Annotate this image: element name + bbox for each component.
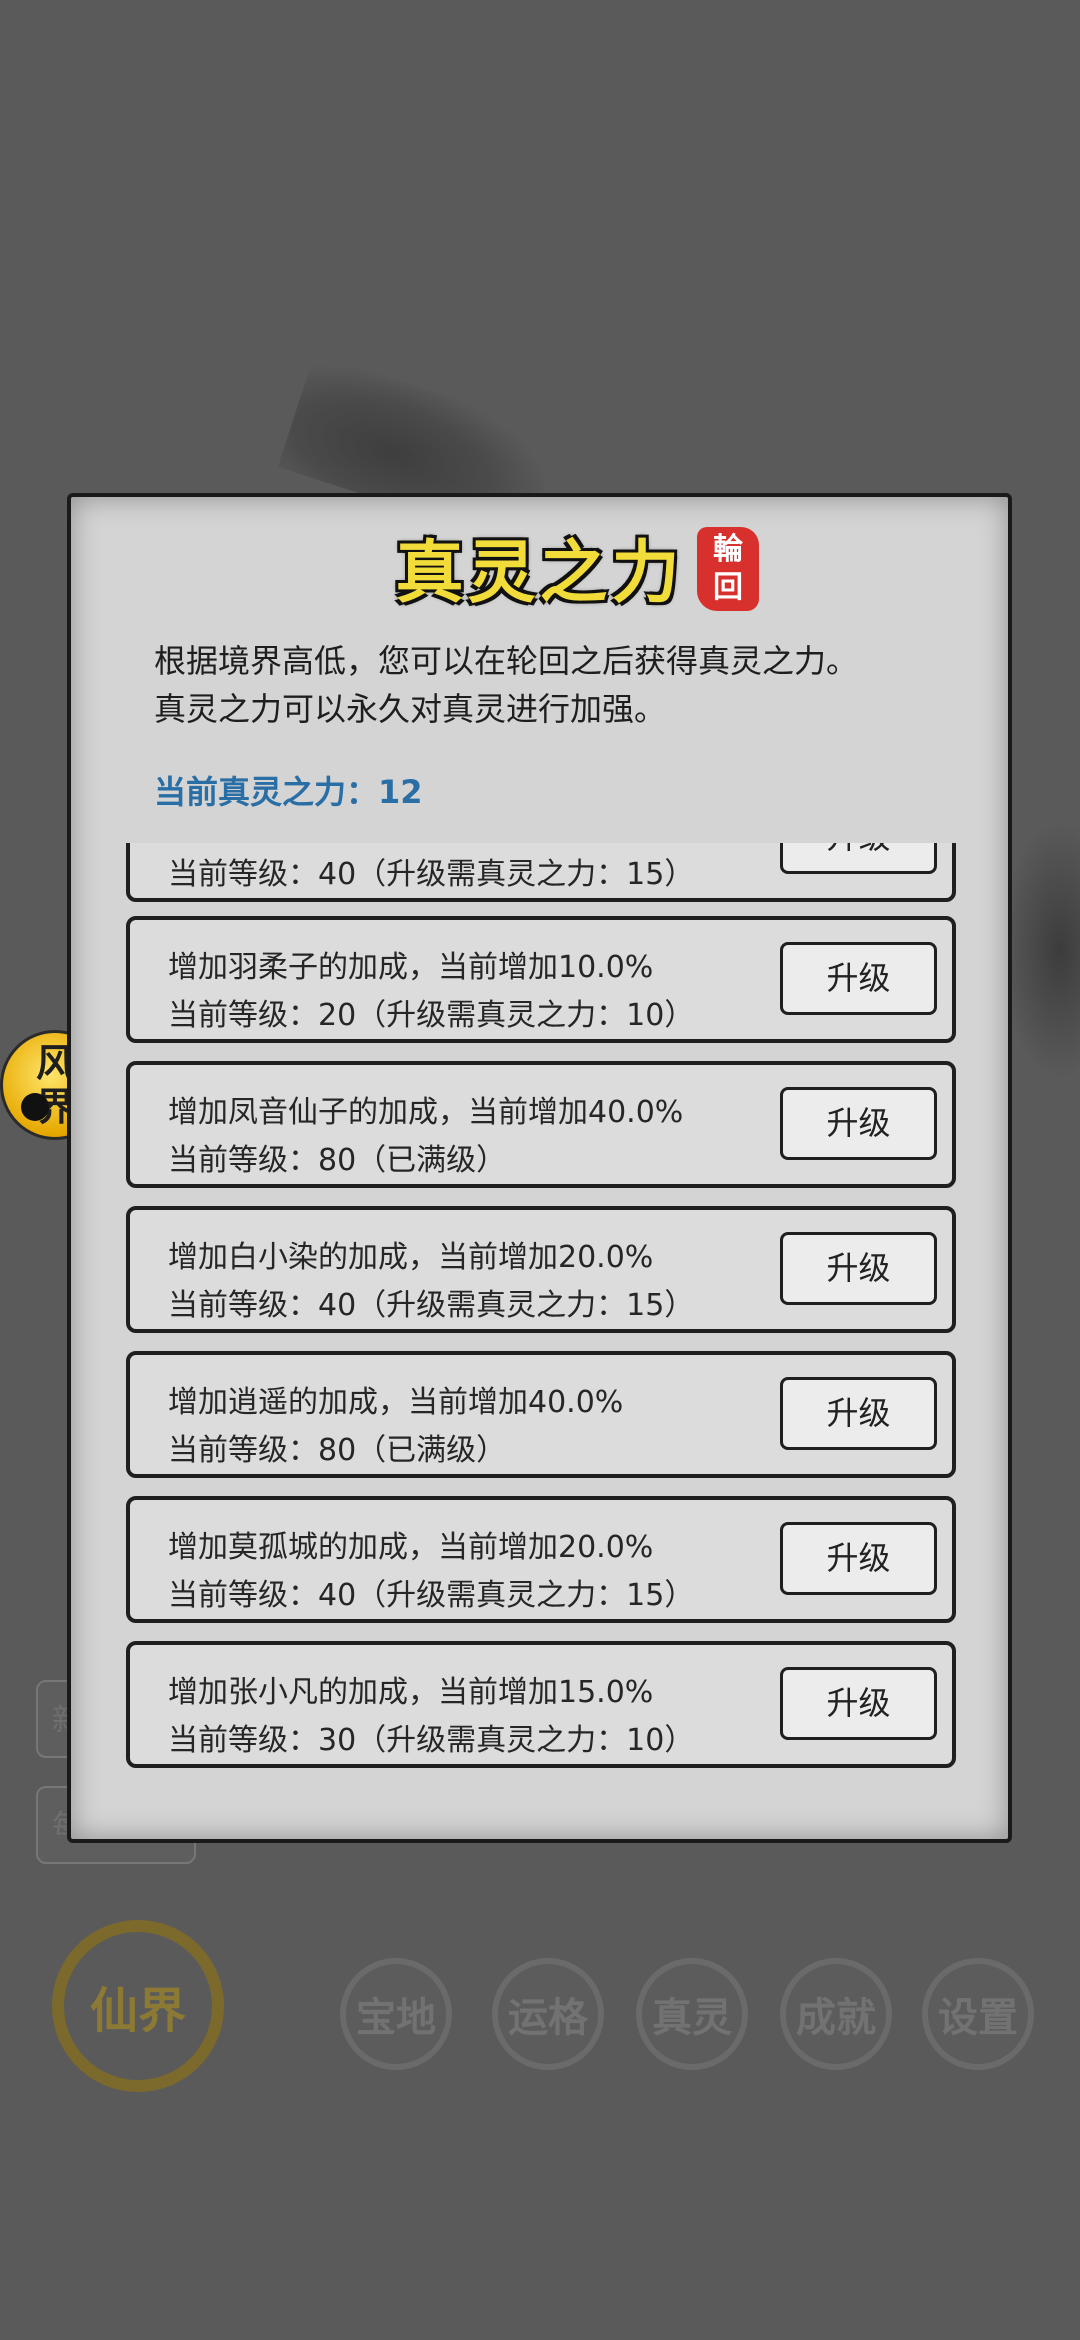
upgrade-item: 增加凤音仙子的加成，当前增加40.0% 当前等级：80（已满级） 升级	[126, 1061, 956, 1188]
description-line: 根据境界高低，您可以在轮回之后获得真灵之力。	[154, 642, 859, 680]
current-power-label: 当前真灵之力：	[154, 773, 379, 811]
upgrade-item-level: 当前等级：80（已满级）	[168, 1143, 507, 1178]
upgrade-button[interactable]: 升级	[780, 1232, 937, 1305]
upgrade-item-level: 当前等级：40（升级需真灵之力：15）	[168, 1578, 695, 1613]
description-line: 真灵之力可以永久对真灵进行加强。	[154, 690, 667, 728]
nav-xianjie-label: 仙界	[89, 1983, 186, 2039]
current-power-value: 12	[378, 773, 423, 811]
gourd-icon	[21, 1093, 49, 1121]
upgrade-item-level: 当前等级：40（升级需真灵之力：15）	[168, 857, 695, 892]
nav-yunge-label: 运格	[508, 1994, 588, 2041]
upgrade-button[interactable]: 升级	[780, 1087, 937, 1160]
nav-yunge-button[interactable]: 运格	[492, 1958, 604, 2070]
upgrade-item: 增加羽柔子的加成，当前增加10.0% 当前等级：20（升级需真灵之力：10） 升…	[126, 916, 956, 1043]
nav-zhenling-button[interactable]: 真灵	[636, 1958, 748, 2070]
nav-zhenling-label: 真灵	[652, 1994, 732, 2041]
seal-text: 輪回	[713, 532, 743, 605]
upgrade-item: 增加张小凡的加成，当前增加15.0% 当前等级：30（升级需真灵之力：10） 升…	[126, 1641, 956, 1768]
nav-baodi-label: 宝地	[356, 1994, 436, 2041]
upgrade-item-level: 当前等级：20（升级需真灵之力：10）	[168, 998, 695, 1033]
upgrade-item: 当前等级：40（升级需真灵之力：15） 升级	[126, 843, 956, 902]
upgrade-button[interactable]: 升级	[780, 1667, 937, 1740]
nav-shezhi-button[interactable]: 设置	[922, 1958, 1034, 2070]
nav-xianjie-button[interactable]: 仙界	[52, 1920, 224, 2092]
upgrade-button[interactable]: 升级	[780, 1522, 937, 1595]
dialog-description: 根据境界高低，您可以在轮回之后获得真灵之力。 真灵之力可以永久对真灵进行加强。	[154, 637, 974, 733]
upgrade-item-bonus: 增加莫孤城的加成，当前增加20.0%	[168, 1530, 654, 1565]
upgrade-item: 增加白小染的加成，当前增加20.0% 当前等级：40（升级需真灵之力：15） 升…	[126, 1206, 956, 1333]
upgrade-item-bonus: 增加白小染的加成，当前增加20.0%	[168, 1240, 654, 1275]
upgrade-item: 增加莫孤城的加成，当前增加20.0% 当前等级：40（升级需真灵之力：15） 升…	[126, 1496, 956, 1623]
upgrade-item-level: 当前等级：30（升级需真灵之力：10）	[168, 1723, 695, 1758]
nav-chengjiu-button[interactable]: 成就	[780, 1958, 892, 2070]
upgrade-button[interactable]: 升级	[780, 843, 937, 874]
upgrade-item-bonus: 增加张小凡的加成，当前增加15.0%	[168, 1675, 654, 1710]
upgrade-button[interactable]: 升级	[780, 942, 937, 1015]
nav-chengjiu-label: 成就	[796, 1994, 876, 2041]
upgrade-item-level: 当前等级：40（升级需真灵之力：15）	[168, 1288, 695, 1323]
upgrade-item-bonus: 增加逍遥的加成，当前增加40.0%	[168, 1385, 624, 1420]
dialog-title: 真灵之力	[395, 533, 684, 613]
upgrade-item-level: 当前等级：80（已满级）	[168, 1433, 507, 1468]
zhenling-power-dialog: 真灵之力 輪回 根据境界高低，您可以在轮回之后获得真灵之力。 真灵之力可以永久对…	[67, 493, 1012, 1843]
background-ink-decoration-right	[1000, 820, 1080, 1080]
upgrade-list[interactable]: 当前等级：40（升级需真灵之力：15） 升级 增加羽柔子的加成，当前增加10.0…	[71, 843, 1008, 1833]
upgrade-item-bonus: 增加羽柔子的加成，当前增加10.0%	[168, 950, 654, 985]
nav-shezhi-label: 设置	[938, 1994, 1018, 2041]
current-power: 当前真灵之力：12	[154, 767, 423, 813]
nav-baodi-button[interactable]: 宝地	[340, 1958, 452, 2070]
upgrade-item-bonus: 增加凤音仙子的加成，当前增加40.0%	[168, 1095, 684, 1130]
upgrade-item: 增加逍遥的加成，当前增加40.0% 当前等级：80（已满级） 升级	[126, 1351, 956, 1478]
upgrade-button[interactable]: 升级	[780, 1377, 937, 1450]
lunhui-seal-icon: 輪回	[697, 527, 759, 611]
